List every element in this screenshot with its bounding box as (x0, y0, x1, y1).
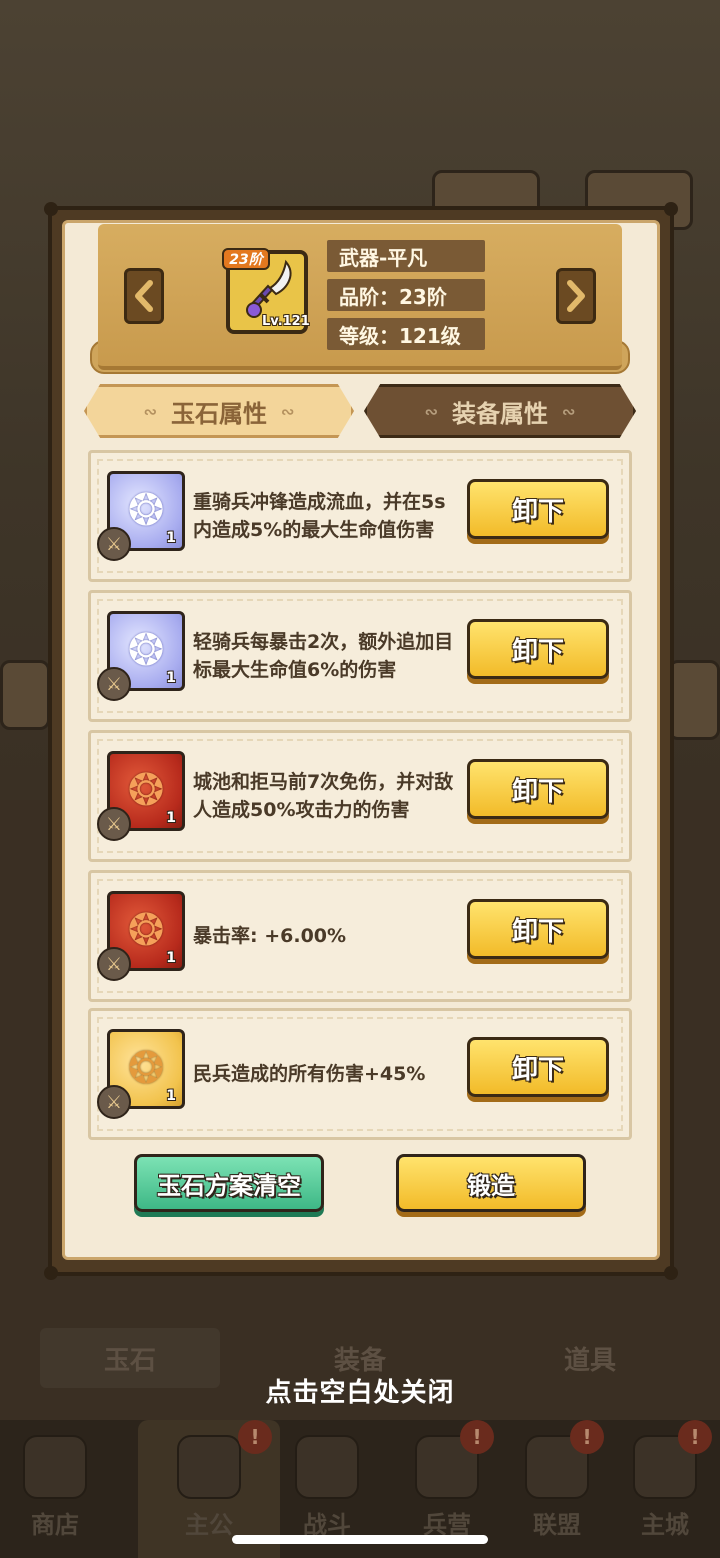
scroll-ornament-icon: ∾ (143, 401, 157, 421)
equipment-level: 等级：121级 (327, 318, 485, 350)
sword-icon: ⚔ (97, 527, 131, 561)
nav-label: 主公 (185, 1511, 233, 1539)
nav-shop[interactable]: 商店 (0, 1420, 110, 1558)
nav-label: 主城 (641, 1511, 689, 1539)
equipment-tier: 品阶：23阶 (327, 279, 485, 311)
battle-icon (295, 1435, 359, 1499)
weapon-tier-badge: 23阶 (222, 248, 270, 270)
sword-icon: ⚔ (97, 807, 131, 841)
dragon-jade-icon: ❂ (127, 765, 165, 816)
tab-jade-attributes[interactable]: ∾ 玉石属性 ∾ (84, 384, 354, 438)
frame-corner (44, 1266, 58, 1280)
frame-corner (44, 202, 58, 216)
gem-row: ❂ 1 ⚔ 城池和拒马前7次免伤，并对敌人造成50%攻击力的伤害 卸下 (88, 730, 632, 862)
nav-label: 联盟 (533, 1511, 581, 1539)
forge-button[interactable]: 锻造 (396, 1154, 586, 1212)
unequip-button[interactable]: 卸下 (467, 1037, 609, 1097)
nav-city[interactable]: 主城 ! (610, 1420, 720, 1558)
unequip-button[interactable]: 卸下 (467, 759, 609, 819)
nav-label: 商店 (31, 1511, 79, 1539)
clear-jade-plan-button[interactable]: 玉石方案清空 (134, 1154, 324, 1212)
tab-equipment-attributes[interactable]: ∾ 装备属性 ∾ (364, 384, 636, 438)
sword-icon: ⚔ (97, 947, 131, 981)
chevron-right-icon (567, 280, 585, 312)
gem-count: 1 (166, 530, 176, 546)
gem-count: 1 (166, 670, 176, 686)
equipment-name: 武器-平凡 (327, 240, 485, 272)
gem-description: 民兵造成的所有伤害+45% (193, 1063, 426, 1085)
dragon-jade-icon: ❂ (127, 485, 165, 536)
home-indicator[interactable] (232, 1535, 488, 1544)
alert-badge: ! (570, 1420, 604, 1454)
scroll-ornament-icon: ∾ (562, 401, 576, 421)
scroll-ornament-icon: ∾ (424, 401, 438, 421)
background-card (0, 660, 50, 730)
tab-label: 装备属性 (452, 399, 548, 428)
lord-icon (177, 1435, 241, 1499)
scroll-ornament-icon: ∾ (281, 401, 295, 421)
next-equipment-button[interactable] (556, 268, 596, 324)
weapon-level: Lv.121 (262, 314, 310, 329)
unequip-button[interactable]: 卸下 (467, 899, 609, 959)
gem-count: 1 (166, 950, 176, 966)
gem-row: ❂ 1 ⚔ 重骑兵冲锋造成流血，并在5s内造成5%的最大生命值伤害 卸下 (88, 450, 632, 582)
background-card (668, 660, 720, 740)
gem-description: 重骑兵冲锋造成流血，并在5s内造成5%的最大生命值伤害 (193, 491, 446, 541)
gem-count: 1 (166, 810, 176, 826)
gem-row: ❂ 1 ⚔ 民兵造成的所有伤害+45% 卸下 (88, 1008, 632, 1140)
dragon-jade-icon: ❂ (127, 625, 165, 676)
alert-badge: ! (678, 1420, 712, 1454)
prev-equipment-button[interactable] (124, 268, 164, 324)
alert-badge: ! (238, 1420, 272, 1454)
gem-description: 暴击率: +6.00% (193, 925, 347, 947)
sword-icon: ⚔ (97, 667, 131, 701)
dragon-jade-icon: ❂ (127, 905, 165, 956)
frame-corner (664, 202, 678, 216)
frame-corner (664, 1266, 678, 1280)
unequip-button[interactable]: 卸下 (467, 619, 609, 679)
sword-icon: ⚔ (97, 1085, 131, 1119)
close-hint[interactable]: 点击空白处关闭 (0, 1372, 720, 1409)
alert-badge: ! (460, 1420, 494, 1454)
gem-count: 1 (166, 1088, 176, 1104)
tab-label: 玉石属性 (171, 399, 267, 428)
shop-icon (23, 1435, 87, 1499)
gem-description: 轻骑兵每暴击2次，额外追加目标最大生命值6%的伤害 (193, 631, 454, 681)
chevron-left-icon (135, 280, 153, 312)
dragon-jade-icon: ❂ (127, 1043, 165, 1094)
nav-alliance[interactable]: 联盟 ! (502, 1420, 612, 1558)
gem-description: 城池和拒马前7次免伤，并对敌人造成50%攻击力的伤害 (193, 771, 454, 821)
gem-row: ❂ 1 ⚔ 轻骑兵每暴击2次，额外追加目标最大生命值6%的伤害 卸下 (88, 590, 632, 722)
gem-row: ❂ 1 ⚔ 暴击率: +6.00% 卸下 (88, 870, 632, 1002)
unequip-button[interactable]: 卸下 (467, 479, 609, 539)
